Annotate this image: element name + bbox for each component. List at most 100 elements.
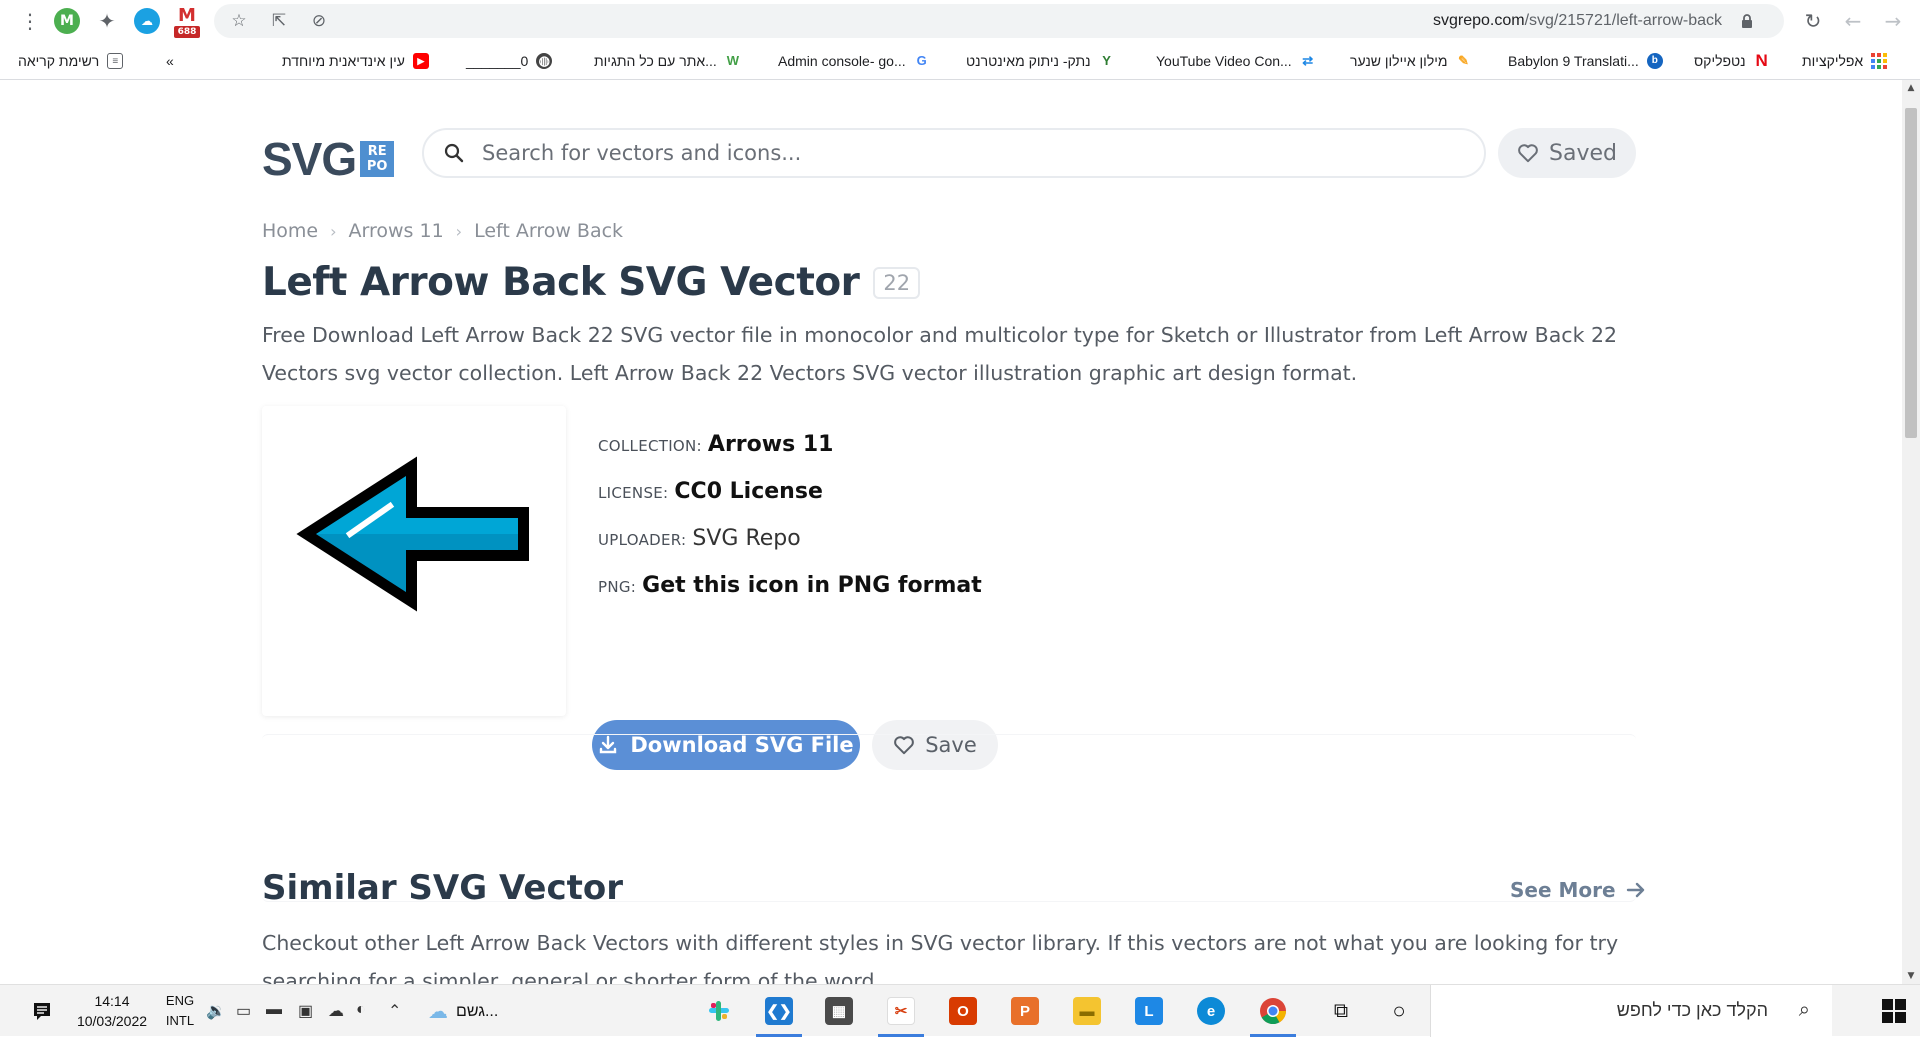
eye-off-icon[interactable]: ⊘	[308, 10, 330, 32]
license-link[interactable]: CC0 License	[674, 479, 822, 504]
onedrive-icon[interactable]: ☁	[328, 1001, 344, 1021]
vscode-icon: ❮❯	[765, 997, 793, 1025]
bookmarks-bar: רשימת קריאה ≡ « עין אינדיאנית מיוחדת ▶ _…	[0, 42, 1920, 80]
taskbar-snip[interactable]: ✂	[872, 985, 930, 1037]
breadcrumb-home[interactable]: Home	[262, 220, 318, 242]
title-count-badge: 22	[873, 266, 921, 299]
weather-widget[interactable]: ☁ גשם...	[428, 999, 498, 1024]
mail-extension-icon[interactable]: M 688	[174, 5, 200, 38]
plug-icon: Y	[1102, 53, 1111, 68]
share-icon[interactable]: ⇱	[268, 10, 290, 32]
battery-icon[interactable]: ▬	[266, 1001, 282, 1019]
taskbar-l-app[interactable]: L	[1120, 985, 1178, 1037]
heart-icon	[1518, 144, 1538, 163]
menu-kebab-icon[interactable]: ⋮	[20, 10, 40, 32]
bookmark-item[interactable]: Admin console- go... G	[778, 50, 930, 72]
scroll-up-icon[interactable]: ▲	[1902, 80, 1920, 96]
cortana-icon: ○	[1392, 998, 1406, 1023]
similar-description: Checkout other Left Arrow Back Vectors w…	[262, 931, 1619, 984]
powerpoint-icon: P	[1011, 997, 1039, 1025]
taskbar-office[interactable]: O	[934, 985, 992, 1037]
vector-metadata: COLLECTION: Arrows 11 LICENSE: CC0 Licen…	[598, 432, 982, 620]
calculator-icon: ▦	[825, 997, 853, 1025]
taskbar-edge[interactable]: e	[1182, 985, 1240, 1037]
meta-license: LICENSE: CC0 License	[598, 479, 823, 504]
search-input[interactable]	[482, 140, 1462, 166]
mail-badge: 688	[174, 26, 200, 38]
windows-taskbar: 14:14 10/03/2022 ENG INTL 🔉 ▭ ▬ ▣ ☁ ◐ ⌃ …	[0, 984, 1920, 1037]
taskbar-chrome[interactable]	[1244, 985, 1302, 1037]
breadcrumb-collection[interactable]: Arrows 11	[349, 220, 444, 242]
task-view-icon: ⧉	[1333, 999, 1349, 1022]
tray-extra-icon[interactable]: ◐	[356, 1001, 366, 1019]
rain-cloud-icon: ☁	[428, 1001, 448, 1023]
url-text[interactable]: svgrepo.com/svg/215721/left-arrow-back	[1433, 4, 1722, 38]
taskbar-powerpoint[interactable]: P	[996, 985, 1054, 1037]
bookmark-item[interactable]: אתר עם כל התגיות... W	[594, 50, 741, 72]
back-arrow-icon[interactable]: →	[1880, 8, 1906, 34]
volume-icon[interactable]: 🔉	[206, 1001, 226, 1021]
search-bar[interactable]	[422, 128, 1486, 178]
star-bookmark-icon[interactable]: ☆	[228, 10, 250, 32]
page-title: Left Arrow Back SVG Vector 22	[262, 260, 921, 305]
page-content: SVG RE PO Saved Home › Arrows 11 › Left …	[0, 80, 1902, 984]
profile-avatar[interactable]: M	[54, 8, 80, 34]
uploader-value: SVG Repo	[692, 526, 801, 551]
tray-app-icon[interactable]: ▣	[298, 1001, 313, 1021]
bookmark-item[interactable]: YouTube Video Con... ⇄	[1156, 50, 1316, 72]
page-title-text: Left Arrow Back SVG Vector	[262, 260, 860, 305]
apps-grid-icon	[1871, 53, 1888, 69]
page-description: Free Download Left Arrow Back 22 SVG vec…	[262, 323, 1618, 385]
bookmark-item[interactable]: _______0 ◍	[466, 50, 553, 72]
bookmark-item[interactable]: מילון איילון שנער ✎	[1350, 50, 1472, 72]
convert-icon: ⇄	[1302, 53, 1314, 68]
l-app-icon: L	[1135, 997, 1163, 1025]
svgrepo-logo[interactable]: SVG RE PO	[262, 132, 395, 186]
taskbar-calculator[interactable]: ▦	[810, 985, 868, 1037]
arrow-right-icon	[1626, 882, 1644, 898]
chrome-icon	[1260, 998, 1287, 1025]
search-icon: ⌕	[1798, 999, 1810, 1021]
edge-icon: e	[1197, 997, 1225, 1025]
search-icon	[444, 143, 464, 163]
taskbar-search-box[interactable]: הקלד כאן כדי לחפש ⌕	[1430, 985, 1832, 1037]
mail-icon: M	[178, 5, 196, 26]
scrollbar-thumb[interactable]	[1905, 108, 1917, 438]
taskbar-explorer[interactable]: ▬	[1058, 985, 1116, 1037]
bookmark-item[interactable]: Babylon 9 Translati... b	[1508, 50, 1663, 72]
system-clock[interactable]: 14:14 10/03/2022	[64, 991, 160, 1031]
cloud-extension-icon[interactable]: ☁	[134, 8, 160, 34]
bookmarks-overflow[interactable]: «	[166, 50, 174, 72]
breadcrumb-current[interactable]: Left Arrow Back	[474, 220, 623, 242]
notifications-icon[interactable]	[24, 985, 60, 1037]
meta-png: PNG: Get this icon in PNG format	[598, 573, 982, 598]
reading-list[interactable]: רשימת קריאה ≡	[18, 50, 124, 72]
taskbar-task-view[interactable]: ⧉	[1312, 985, 1370, 1037]
extensions-puzzle-icon[interactable]: ✦	[94, 8, 120, 34]
saved-button[interactable]: Saved	[1498, 128, 1636, 178]
forward-arrow-icon[interactable]: ←	[1840, 8, 1866, 34]
input-language[interactable]: ENG INTL	[162, 991, 198, 1031]
netflix-icon: N	[1755, 51, 1768, 70]
reading-list-icon: ≡	[107, 53, 124, 69]
see-more-link[interactable]: See More	[1510, 878, 1646, 902]
lock-icon[interactable]	[1740, 13, 1754, 29]
start-windows-icon[interactable]	[1882, 999, 1906, 1023]
taskbar-cortana[interactable]: ○	[1370, 985, 1428, 1037]
meta-uploader: UPLOADER: SVG Repo	[598, 526, 801, 551]
scroll-down-icon[interactable]: ▼	[1902, 968, 1920, 984]
bookmark-item[interactable]: נתק- ניתוק מאינטרנט Y	[966, 50, 1115, 72]
taskbar-slack[interactable]	[690, 985, 748, 1037]
bookmark-item[interactable]: עין אינדיאנית מיוחדת ▶	[282, 50, 429, 72]
taskbar-vscode[interactable]: ❮❯	[750, 985, 808, 1037]
youtube-icon: ▶	[412, 53, 429, 69]
collection-link[interactable]: Arrows 11	[708, 432, 834, 457]
bookmark-item[interactable]: אפליקציות	[1802, 50, 1888, 72]
page-scrollbar[interactable]: ▲ ▼	[1902, 80, 1920, 984]
bookmark-item[interactable]: נטפליקס N	[1694, 50, 1770, 72]
address-bar[interactable]: ☆ ⇱ ⊘ svgrepo.com/svg/215721/left-arrow-…	[214, 4, 1784, 38]
network-icon[interactable]: ▭	[236, 1001, 251, 1021]
reload-icon[interactable]: ↻	[1800, 8, 1826, 34]
show-hidden-icons-chevron-up-icon[interactable]: ⌃	[388, 1001, 401, 1021]
png-link[interactable]: Get this icon in PNG format	[642, 573, 982, 598]
